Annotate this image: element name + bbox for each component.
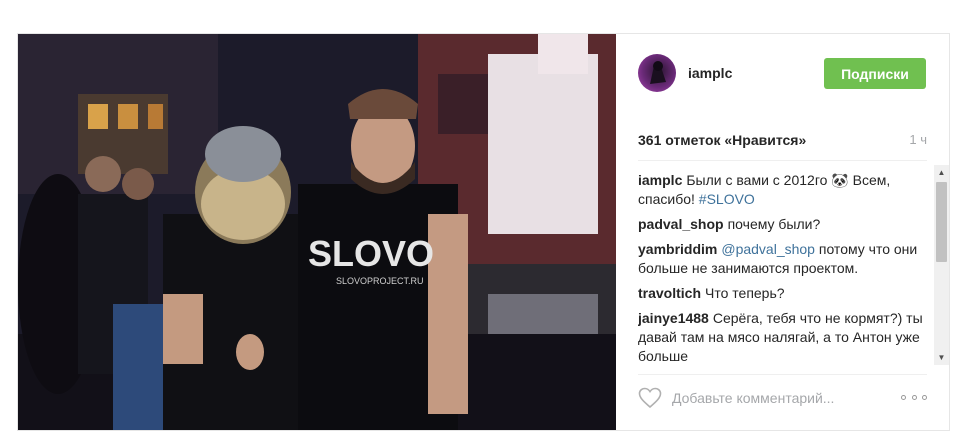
likes-row: 361 отметок «Нравится» 1 ч [638, 132, 927, 152]
comment-bar [638, 384, 927, 414]
avatar-image [650, 61, 666, 84]
dot-icon [922, 394, 927, 400]
comment-input[interactable] [672, 387, 892, 409]
comment-text: почему были? [727, 216, 821, 232]
post-photo[interactable]: SLOVO SLOVOPROJECT.RU [18, 34, 616, 430]
avatar[interactable] [638, 54, 676, 92]
hashtag-link[interactable]: #SLOVO [699, 191, 755, 207]
photo-scene: SLOVO SLOVOPROJECT.RU [18, 34, 616, 430]
shirt-text: SLOVO [308, 233, 434, 274]
scroll-down-arrow-icon[interactable]: ▼ [934, 350, 949, 365]
post-author-username[interactable]: iamplc [688, 65, 732, 81]
comment-item: padval_shop почему были? [638, 215, 933, 234]
post-timestamp[interactable]: 1 ч [909, 132, 927, 147]
dot-icon [911, 394, 917, 400]
comment-author[interactable]: iamplc [638, 172, 682, 188]
mention-link[interactable]: @padval_shop [721, 241, 815, 257]
instagram-post: SLOVO SLOVOPROJECT.RU iamplc Подписки 36… [17, 33, 950, 431]
heart-icon[interactable] [638, 387, 662, 409]
divider [638, 374, 927, 375]
more-options-icon[interactable] [901, 392, 927, 402]
follow-button[interactable]: Подписки [824, 58, 926, 89]
comment-item: jainye1488 Серёга, тебя что не кормят?) т… [638, 309, 933, 365]
comment-author[interactable]: padval_shop [638, 216, 724, 232]
scroll-thumb[interactable] [936, 182, 947, 262]
shirt-subtext: SLOVOPROJECT.RU [336, 276, 424, 286]
dot-icon [901, 394, 906, 400]
comment-item: iamplc Были с вами с 2012го 🐼 Всем, спаси… [638, 171, 933, 209]
comment-author[interactable]: travoltich [638, 285, 701, 301]
comments-list: iamplc Были с вами с 2012го 🐼 Всем, спаси… [638, 165, 933, 365]
likes-count[interactable]: 361 отметок «Нравится» [638, 132, 806, 148]
comment-text: Что теперь? [705, 285, 785, 301]
comment-item: travoltich Что теперь? [638, 284, 933, 303]
divider [638, 160, 927, 161]
comment-author[interactable]: jainye1488 [638, 310, 709, 326]
comment-item: yambriddim @padval_shop потому что они бо… [638, 240, 933, 278]
comment-author[interactable]: yambriddim [638, 241, 717, 257]
scroll-up-arrow-icon[interactable]: ▲ [934, 165, 949, 180]
comments-scrollbar[interactable]: ▲ ▼ [934, 165, 949, 365]
post-header: iamplc Подписки [616, 34, 949, 110]
post-sidebar: iamplc Подписки 361 отметок «Нравится» 1… [616, 34, 949, 430]
